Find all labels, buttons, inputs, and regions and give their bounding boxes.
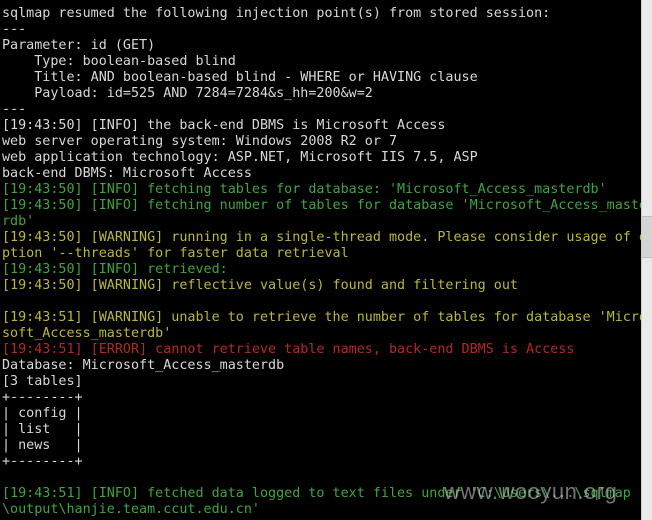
console-line: soft_Access_masterdb' bbox=[2, 326, 172, 341]
console-line: Database: Microsoft_Access_masterdb bbox=[2, 358, 285, 373]
console-line: Parameter: id (GET) bbox=[2, 38, 156, 53]
console-line: +--------+ bbox=[2, 454, 83, 469]
console-line: | config | bbox=[2, 406, 83, 421]
console-line: ption '--threads' for faster data retrie… bbox=[2, 246, 349, 261]
console-line: [19:43:50] [WARNING] running in a single… bbox=[2, 230, 642, 245]
console-line: [19:43:50] [INFO] the back-end DBMS is M… bbox=[2, 118, 446, 133]
console-line: Payload: id=525 AND 7284=7284&s_hh=200&w… bbox=[2, 86, 373, 101]
console-output: sqlmap resumed the following injection p… bbox=[0, 0, 642, 520]
console-line: +--------+ bbox=[2, 390, 83, 405]
console-line: [19:43:50] [INFO] retrieved: bbox=[2, 262, 228, 277]
console-line: --- bbox=[2, 22, 27, 37]
console-line: | news | bbox=[2, 438, 83, 453]
vertical-scrollbar[interactable] bbox=[641, 0, 652, 520]
console-line: web application technology: ASP.NET, Mic… bbox=[2, 150, 478, 165]
watermark-text: www.wooyun.org bbox=[444, 479, 618, 504]
console-line: [19:43:50] [WARNING] reflective value(s)… bbox=[2, 278, 518, 293]
console-line: rdb' bbox=[2, 214, 35, 229]
console-line: back-end DBMS: Microsoft Access bbox=[2, 166, 252, 181]
console-line: [19:43:51] [ERROR] cannot retrieve table… bbox=[2, 342, 575, 357]
console-line: Type: boolean-based blind bbox=[2, 54, 236, 69]
console-line: sqlmap resumed the following injection p… bbox=[2, 6, 551, 21]
console-line: Title: AND boolean-based blind - WHERE o… bbox=[2, 70, 478, 85]
console-line: [19:43:50] [INFO] fetching number of tab… bbox=[2, 198, 642, 213]
console-line: [19:43:50] [INFO] fetching tables for da… bbox=[2, 182, 607, 197]
scrollbar-thumb[interactable] bbox=[642, 216, 652, 258]
console-line: \output\hanjie.team.ccut.edu.cn' bbox=[2, 502, 260, 517]
console-line: [19:43:51] [WARNING] unable to retrieve … bbox=[2, 310, 642, 325]
console-line: | list | bbox=[2, 422, 83, 437]
console-line: --- bbox=[2, 102, 27, 117]
console-line: [3 tables] bbox=[2, 374, 83, 389]
console-line: web server operating system: Windows 200… bbox=[2, 134, 398, 149]
